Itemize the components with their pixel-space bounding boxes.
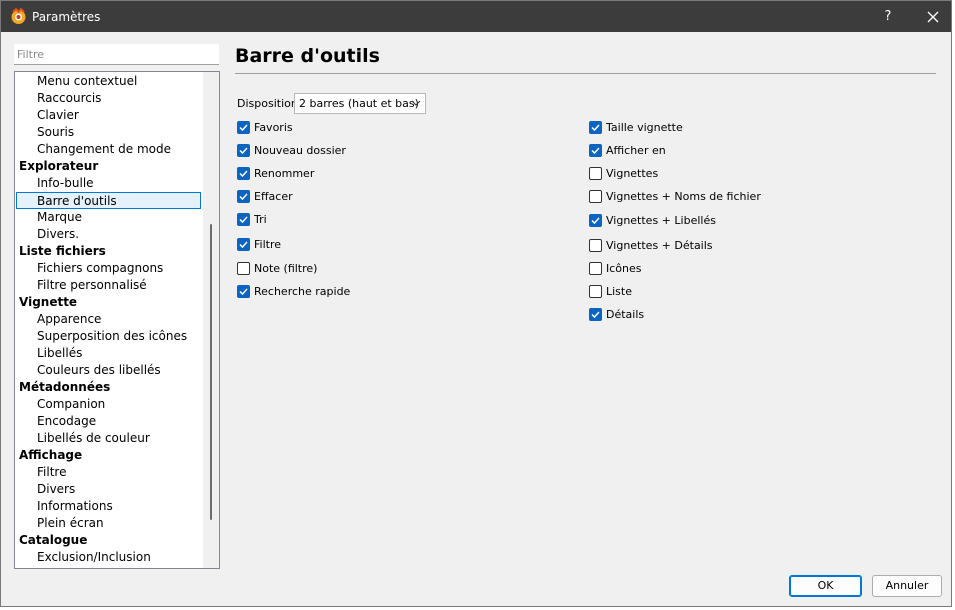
checkbox-label: Tri: [254, 213, 267, 226]
help-button[interactable]: ?: [879, 7, 897, 27]
tree-item[interactable]: Fichiers compagnons: [37, 260, 163, 277]
checked-box-icon[interactable]: [237, 144, 250, 157]
title-divider: [235, 73, 936, 74]
tree-item[interactable]: Exclusion/Inclusion: [37, 549, 151, 566]
title-bar[interactable]: Paramètres ?: [1, 1, 951, 32]
checkbox-label: Note (filtre): [254, 262, 318, 275]
checkbox-label: Renommer: [254, 167, 315, 180]
checkbox-label: Vignettes + Libellés: [606, 214, 716, 227]
tree-item[interactable]: Marque: [37, 209, 82, 226]
tree-item[interactable]: Filtre: [37, 464, 66, 481]
disposition-value: 2 barres (haut et bas): [299, 97, 419, 110]
tree-group[interactable]: Vignette: [19, 294, 77, 311]
checked-box-icon[interactable]: [237, 121, 250, 134]
disposition-select[interactable]: 2 barres (haut et bas): [294, 93, 426, 114]
tree-group[interactable]: Affichage: [19, 447, 82, 464]
unchecked-box-icon[interactable]: [589, 239, 602, 252]
tree-group[interactable]: Métadonnées: [19, 379, 110, 396]
unchecked-box-icon[interactable]: [237, 262, 250, 275]
checked-box-icon[interactable]: [589, 308, 602, 321]
tree-item[interactable]: Souris: [37, 124, 74, 141]
unchecked-box-icon[interactable]: [589, 285, 602, 298]
tree-group[interactable]: Liste fichiers: [19, 243, 106, 260]
tree-item[interactable]: Clavier: [37, 107, 79, 124]
tree-item[interactable]: Plein écran: [37, 515, 104, 532]
settings-window: Paramètres ? Menu contextuelRaccourcisCl…: [0, 0, 952, 607]
tree-item[interactable]: Companion: [37, 396, 105, 413]
disposition-label: Disposition: [237, 97, 298, 110]
tree-item[interactable]: Couleurs des libellés: [37, 362, 161, 379]
checked-box-icon[interactable]: [237, 190, 250, 203]
tree-item[interactable]: Divers: [37, 481, 75, 498]
checkbox-label: Filtre: [254, 238, 282, 251]
checked-box-icon[interactable]: [589, 214, 602, 227]
tree-item[interactable]: Info-bulle: [37, 175, 94, 192]
ok-button[interactable]: OK: [789, 575, 862, 597]
unchecked-box-icon[interactable]: [589, 167, 602, 180]
tree-item[interactable]: Libellés: [37, 345, 82, 362]
tree-item[interactable]: Superposition des icônes: [37, 328, 187, 345]
checkbox-label: Afficher en: [606, 144, 666, 157]
page-title: Barre d'outils: [235, 45, 380, 67]
checked-box-icon[interactable]: [589, 121, 602, 134]
tree-item[interactable]: Encodage: [37, 413, 96, 430]
tree-item[interactable]: Changement de mode: [37, 141, 171, 158]
tree-group[interactable]: Explorateur: [19, 158, 98, 175]
checkbox-label: Vignettes + Détails: [606, 239, 713, 252]
chevron-down-icon: [411, 100, 421, 106]
filter-input[interactable]: [14, 44, 219, 65]
checked-box-icon[interactable]: [237, 167, 250, 180]
tree-item[interactable]: Barre d'outils: [16, 192, 201, 209]
tree-item[interactable]: Informations: [37, 498, 113, 515]
tree-item[interactable]: Filtre personnalisé: [37, 277, 147, 294]
checkbox-label: Favoris: [254, 121, 293, 134]
checkbox-label: Icônes: [606, 262, 642, 275]
tree-scrollbar[interactable]: [203, 72, 219, 568]
checkbox-label: Taille vignette: [606, 121, 683, 134]
checkbox-label: Recherche rapide: [254, 285, 351, 298]
tree-item[interactable]: Libellés de couleur: [37, 430, 150, 447]
checkbox-label: Vignettes: [606, 167, 659, 180]
settings-tree: Menu contextuel Raccourcis Clavier Souris Ch…: [14, 71, 220, 569]
checked-box-icon[interactable]: [237, 285, 250, 298]
close-icon[interactable]: [923, 7, 943, 27]
cancel-button[interactable]: Annuler: [872, 575, 942, 597]
app-logo-icon: [11, 8, 26, 24]
unchecked-box-icon[interactable]: [589, 190, 602, 203]
checkbox-label: Liste: [606, 285, 632, 298]
unchecked-box-icon[interactable]: [589, 262, 602, 275]
checkbox-label: Détails: [606, 308, 645, 321]
checked-box-icon[interactable]: [237, 238, 250, 251]
checked-box-icon[interactable]: [237, 213, 250, 226]
window-title: Paramètres: [32, 10, 101, 24]
tree-item[interactable]: Apparence: [37, 311, 101, 328]
tree-group[interactable]: Catalogue: [19, 532, 87, 549]
tree-item[interactable]: Menu contextuel: [37, 73, 137, 90]
tree-item[interactable]: Divers.: [37, 226, 79, 243]
checkbox-label: Effacer: [254, 190, 293, 203]
tree-scroll-thumb[interactable]: [210, 224, 212, 520]
tree-item[interactable]: Raccourcis: [37, 90, 101, 107]
checkbox-label: Nouveau dossier: [254, 144, 346, 157]
checked-box-icon[interactable]: [589, 144, 602, 157]
checkbox-label: Vignettes + Noms de fichier: [606, 190, 761, 203]
